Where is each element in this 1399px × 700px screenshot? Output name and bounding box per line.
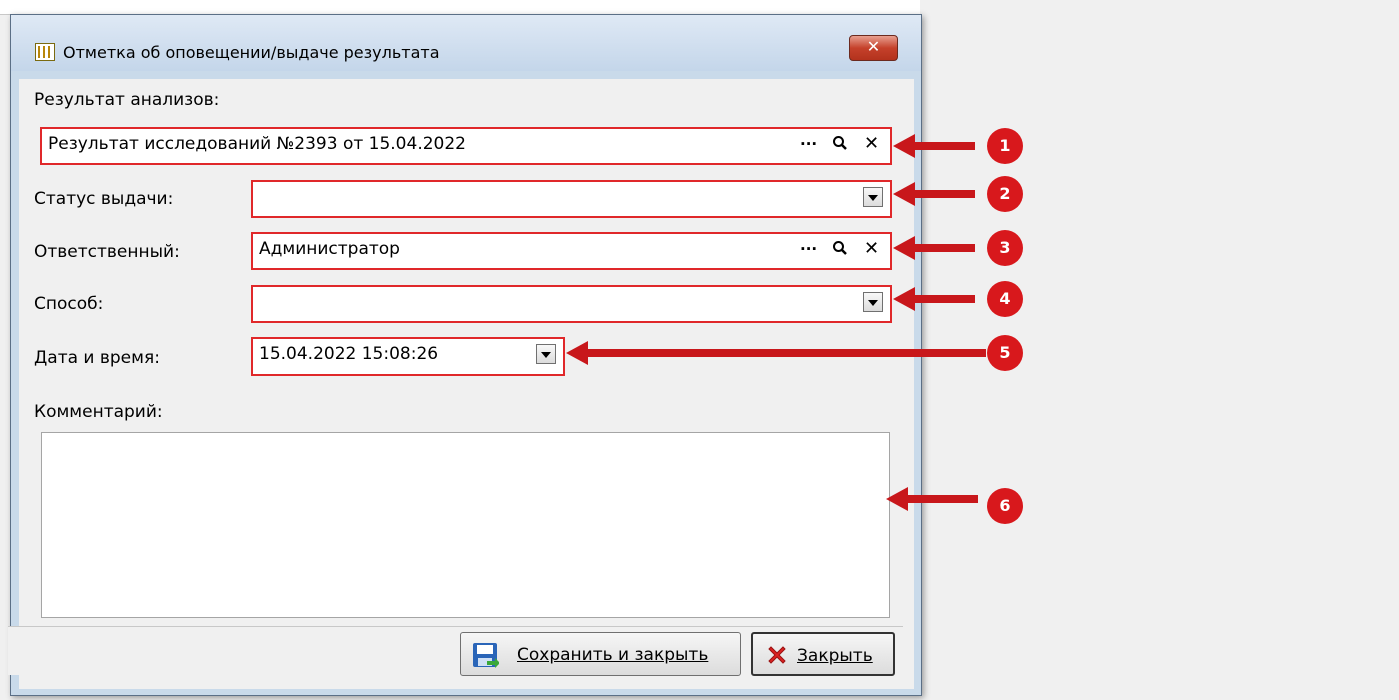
datetime-value: 15.04.2022 15:08:26 [259, 344, 439, 364]
title-bar[interactable]: Отметка об оповещении/выдаче результата … [11, 15, 921, 71]
search-icon[interactable] [832, 135, 848, 155]
close-x-icon [765, 643, 789, 672]
datetime-dropdown-arrow-icon[interactable] [536, 344, 556, 364]
responsible-value: Администратор [259, 239, 400, 259]
close-window-button[interactable]: ✕ [849, 35, 898, 61]
save-icon [471, 641, 500, 674]
responsible-field[interactable]: Администратор ··· ✕ [251, 232, 892, 270]
comment-textarea[interactable] [41, 432, 890, 618]
callout-badge-5: 5 [987, 335, 1023, 371]
ellipsis-icon[interactable]: ··· [800, 135, 817, 153]
status-dropdown[interactable] [251, 180, 892, 218]
window-title: Отметка об оповещении/выдаче результата [63, 43, 440, 62]
method-dropdown[interactable] [251, 285, 892, 323]
responsible-label: Ответственный: [34, 242, 180, 262]
datetime-picker[interactable]: 15.04.2022 15:08:26 [251, 337, 565, 376]
status-label: Статус выдачи: [34, 189, 174, 209]
form-icon [35, 43, 55, 61]
comment-label: Комментарий: [34, 402, 163, 422]
datetime-label: Дата и время: [34, 348, 160, 368]
background-window-strip [0, 0, 920, 15]
result-value: Результат исследований №2393 от 15.04.20… [48, 134, 466, 154]
callout-badge-4: 4 [987, 281, 1023, 317]
result-label: Результат анализов: [34, 90, 220, 110]
callout-badge-6: 6 [987, 488, 1023, 524]
ellipsis-icon[interactable]: ··· [800, 240, 817, 258]
close-button[interactable]: Закрыть [751, 632, 895, 676]
callout-badge-3: 3 [987, 230, 1023, 266]
search-icon[interactable] [832, 240, 848, 260]
clear-icon[interactable]: ✕ [864, 133, 879, 154]
method-dropdown-arrow-icon[interactable] [863, 292, 883, 312]
result-field[interactable]: Результат исследований №2393 от 15.04.20… [40, 127, 892, 165]
save-and-close-label: Сохранить и закрыть [517, 645, 709, 665]
callout-badge-1: 1 [987, 128, 1023, 164]
method-label: Способ: [34, 294, 104, 314]
save-and-close-button[interactable]: Сохранить и закрыть [460, 632, 741, 676]
close-label: Закрыть [797, 646, 873, 666]
clear-icon[interactable]: ✕ [864, 238, 879, 259]
callout-badge-2: 2 [987, 176, 1023, 212]
status-dropdown-arrow-icon[interactable] [863, 187, 883, 207]
